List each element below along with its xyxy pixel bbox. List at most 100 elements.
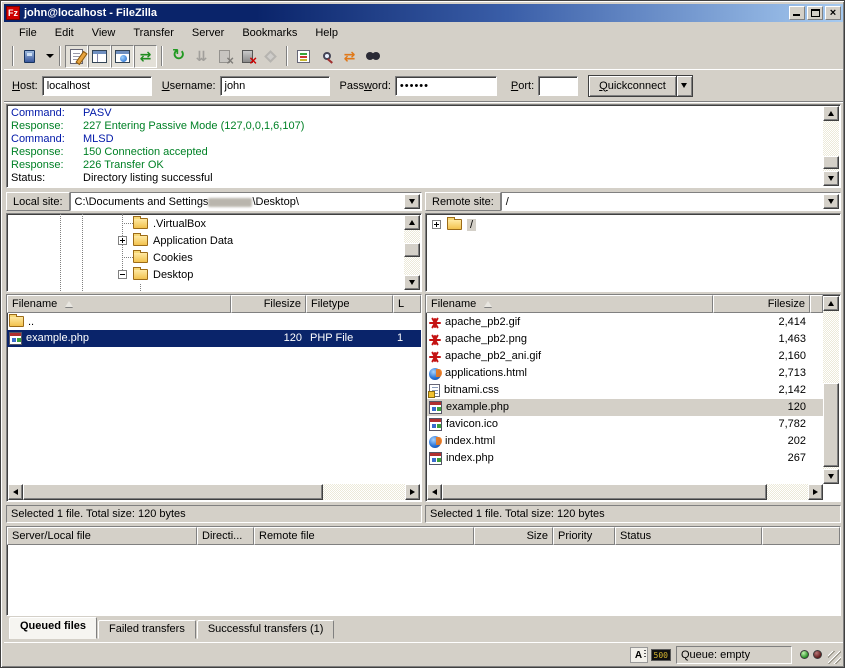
menu-view[interactable]: View: [83, 25, 125, 41]
file-row[interactable]: applications.html 2,713: [427, 365, 824, 382]
local-path-dropdown-button[interactable]: [404, 194, 420, 209]
scroll-right-button[interactable]: [808, 484, 823, 500]
menu-server[interactable]: Server: [183, 25, 233, 41]
host-input[interactable]: localhost: [42, 76, 152, 96]
scroll-down-button[interactable]: [404, 275, 420, 290]
log-vertical-scrollbar[interactable]: [823, 106, 839, 186]
column-header-filetype[interactable]: Filetype: [306, 295, 393, 313]
minimize-button[interactable]: [789, 6, 805, 20]
expand-plus-icon[interactable]: [118, 236, 127, 245]
scrollbar-thumb[interactable]: [404, 243, 420, 257]
tab-failed-transfers[interactable]: Failed transfers: [98, 620, 196, 639]
filename-filters-button[interactable]: [292, 45, 315, 68]
quickconnect-dropdown-button[interactable]: [677, 75, 693, 97]
directory-comparison-button[interactable]: [315, 45, 338, 68]
tree-item-cookies[interactable]: Cookies: [133, 249, 193, 266]
column-header-filename[interactable]: Filename: [7, 295, 231, 313]
column-header-direction[interactable]: Directi...: [197, 527, 254, 545]
file-row-parent-dir[interactable]: ..: [7, 313, 421, 330]
file-row[interactable]: apache_pb2.gif 2,414: [427, 314, 824, 331]
file-row-example-php[interactable]: example.php 120 PHP File 1: [7, 330, 421, 347]
quickconnect-button[interactable]: Quickconnect: [588, 75, 677, 97]
column-header-status[interactable]: Status: [615, 527, 762, 545]
file-row[interactable]: index.html 202: [427, 433, 824, 450]
cancel-operation-button[interactable]: [213, 45, 236, 68]
file-row[interactable]: apache_pb2_ani.gif 2,160: [427, 348, 824, 365]
scroll-left-button[interactable]: [8, 484, 23, 500]
file-size: 2,713: [713, 365, 810, 382]
scrollbar-thumb[interactable]: [442, 484, 767, 500]
scroll-down-button[interactable]: [823, 469, 839, 484]
process-queue-button[interactable]: ⇊: [190, 45, 213, 68]
disconnect-button[interactable]: [236, 45, 259, 68]
collapse-minus-icon[interactable]: [118, 270, 127, 279]
speed-limit-indicator-icon[interactable]: 500: [651, 649, 671, 661]
column-header-filesize[interactable]: Filesize: [713, 295, 810, 313]
toolbar: ⇄ ↻ ⇊ ⇄: [4, 43, 843, 70]
tree-item-application-data[interactable]: Application Data: [118, 232, 233, 249]
column-header-filesize[interactable]: Filesize: [231, 295, 306, 313]
php-file-icon: [429, 452, 442, 465]
scroll-right-button[interactable]: [405, 484, 420, 500]
window-title: john@localhost - FileZilla: [24, 7, 787, 19]
scroll-left-button[interactable]: [427, 484, 442, 500]
local-site-header: Local site: C:\Documents and Settings\De…: [6, 192, 422, 211]
file-size: 120: [713, 399, 810, 416]
reconnect-button[interactable]: [259, 45, 282, 68]
find-files-button[interactable]: [361, 45, 384, 68]
column-header-size[interactable]: Size: [474, 527, 553, 545]
scrollbar-thumb[interactable]: [823, 383, 839, 467]
scroll-up-button[interactable]: [823, 106, 839, 121]
remote-site-path-combo[interactable]: /: [501, 192, 841, 211]
file-row[interactable]: apache_pb2.png 1,463: [427, 331, 824, 348]
toggle-local-tree-button[interactable]: [88, 45, 111, 68]
column-header-lastmodified[interactable]: L: [393, 295, 421, 313]
menu-edit[interactable]: Edit: [46, 25, 83, 41]
tab-queued-files[interactable]: Queued files: [9, 617, 97, 639]
refresh-button[interactable]: ↻: [167, 45, 190, 68]
local-tree-vertical-scrollbar[interactable]: [404, 215, 420, 290]
site-manager-button[interactable]: [18, 45, 41, 68]
file-row-selected[interactable]: example.php 120: [427, 399, 824, 416]
toggle-log-view-button[interactable]: [65, 45, 88, 68]
toolbar-separator: [286, 46, 288, 66]
scrollbar-thumb[interactable]: [823, 156, 839, 169]
file-row[interactable]: bitnami.css 2,142: [427, 382, 824, 399]
file-row[interactable]: index.php 267: [427, 450, 824, 467]
transfer-type-indicator-icon[interactable]: A: [630, 647, 648, 663]
title-bar[interactable]: Fz john@localhost - FileZilla ×: [4, 4, 843, 22]
synchronized-browsing-button[interactable]: ⇄: [338, 45, 361, 68]
toggle-queue-button[interactable]: ⇄: [134, 45, 157, 68]
close-button[interactable]: ×: [825, 6, 841, 20]
remote-horizontal-scrollbar[interactable]: [427, 484, 823, 500]
tree-item-desktop[interactable]: Desktop: [118, 266, 193, 283]
column-header-filename[interactable]: Filename: [426, 295, 713, 313]
column-header-priority[interactable]: Priority: [553, 527, 615, 545]
site-manager-dropdown-button[interactable]: [41, 45, 55, 68]
menu-help[interactable]: Help: [306, 25, 347, 41]
tree-item-virtualbox[interactable]: .VirtualBox: [133, 215, 206, 232]
tab-successful-transfers[interactable]: Successful transfers (1): [197, 620, 335, 639]
local-horizontal-scrollbar[interactable]: [8, 484, 420, 500]
remote-vertical-scrollbar[interactable]: [823, 296, 839, 484]
port-input[interactable]: [538, 76, 578, 96]
expand-plus-icon[interactable]: [432, 220, 441, 229]
scroll-down-button[interactable]: [823, 171, 839, 186]
menu-transfer[interactable]: Transfer: [124, 25, 183, 41]
tree-item-root[interactable]: /: [432, 216, 476, 233]
menu-bookmarks[interactable]: Bookmarks: [233, 25, 306, 41]
menu-file[interactable]: File: [10, 25, 46, 41]
remote-path-dropdown-button[interactable]: [823, 194, 839, 209]
column-header-server-local-file[interactable]: Server/Local file: [7, 527, 197, 545]
scroll-up-button[interactable]: [404, 215, 420, 230]
resize-grip[interactable]: [828, 651, 841, 664]
username-input[interactable]: john: [220, 76, 330, 96]
column-header-remote-file[interactable]: Remote file: [254, 527, 474, 545]
maximize-button[interactable]: [807, 6, 823, 20]
toggle-remote-tree-button[interactable]: [111, 45, 134, 68]
file-row[interactable]: favicon.ico 7,782: [427, 416, 824, 433]
scrollbar-thumb[interactable]: [23, 484, 323, 500]
password-input[interactable]: ••••••: [395, 76, 497, 96]
scroll-up-button[interactable]: [823, 296, 839, 311]
local-site-path-combo[interactable]: C:\Documents and Settings\Desktop\: [70, 192, 422, 211]
